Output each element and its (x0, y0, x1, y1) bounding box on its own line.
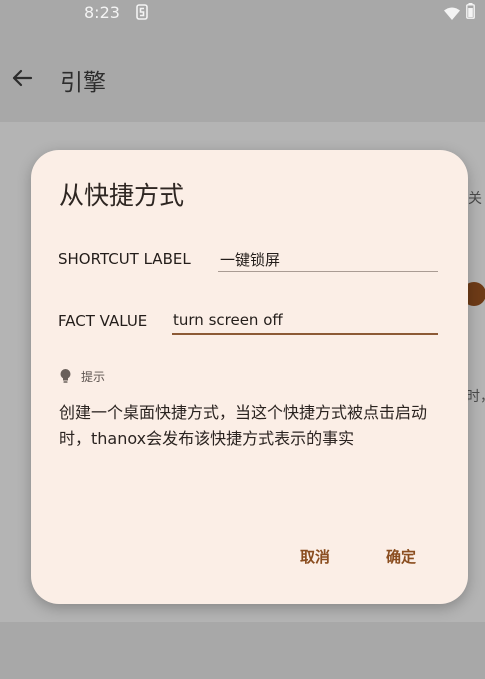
s-icon (136, 4, 148, 24)
status-bar: 8:23 (0, 0, 485, 26)
fact-value-label: FACT VALUE (58, 312, 148, 330)
shortcut-label-underline (218, 271, 438, 272)
status-time: 8:23 (84, 3, 120, 22)
cancel-button[interactable]: 取消 (294, 542, 336, 571)
dialog-title: 从快捷方式 (59, 181, 185, 210)
background-text: 关 (468, 191, 482, 207)
hint-label: 提示 (81, 370, 106, 384)
arrow-left-icon[interactable] (10, 66, 36, 90)
confirm-button[interactable]: 确定 (380, 542, 422, 571)
create-shortcut-dialog: 从快捷方式 SHORTCUT LABEL 一键锁屏 FACT VALUE tur… (31, 150, 468, 604)
app-bar: 引擎 (0, 52, 485, 108)
background-text: 时， (466, 389, 485, 405)
lightbulb-icon (59, 368, 72, 388)
battery-icon (466, 3, 475, 23)
page-title: 引擎 (60, 70, 106, 96)
hint-text: 创建一个桌面快捷方式，当这个快捷方式被点击启动时，thanox会发布该快捷方式表… (59, 403, 428, 448)
fact-value-underline (172, 333, 438, 335)
shortcut-label-label: SHORTCUT LABEL (58, 250, 191, 268)
fact-value-input[interactable]: turn screen off (173, 311, 283, 329)
shortcut-label-input[interactable]: 一键锁屏 (220, 249, 280, 270)
wifi-icon (444, 5, 460, 24)
